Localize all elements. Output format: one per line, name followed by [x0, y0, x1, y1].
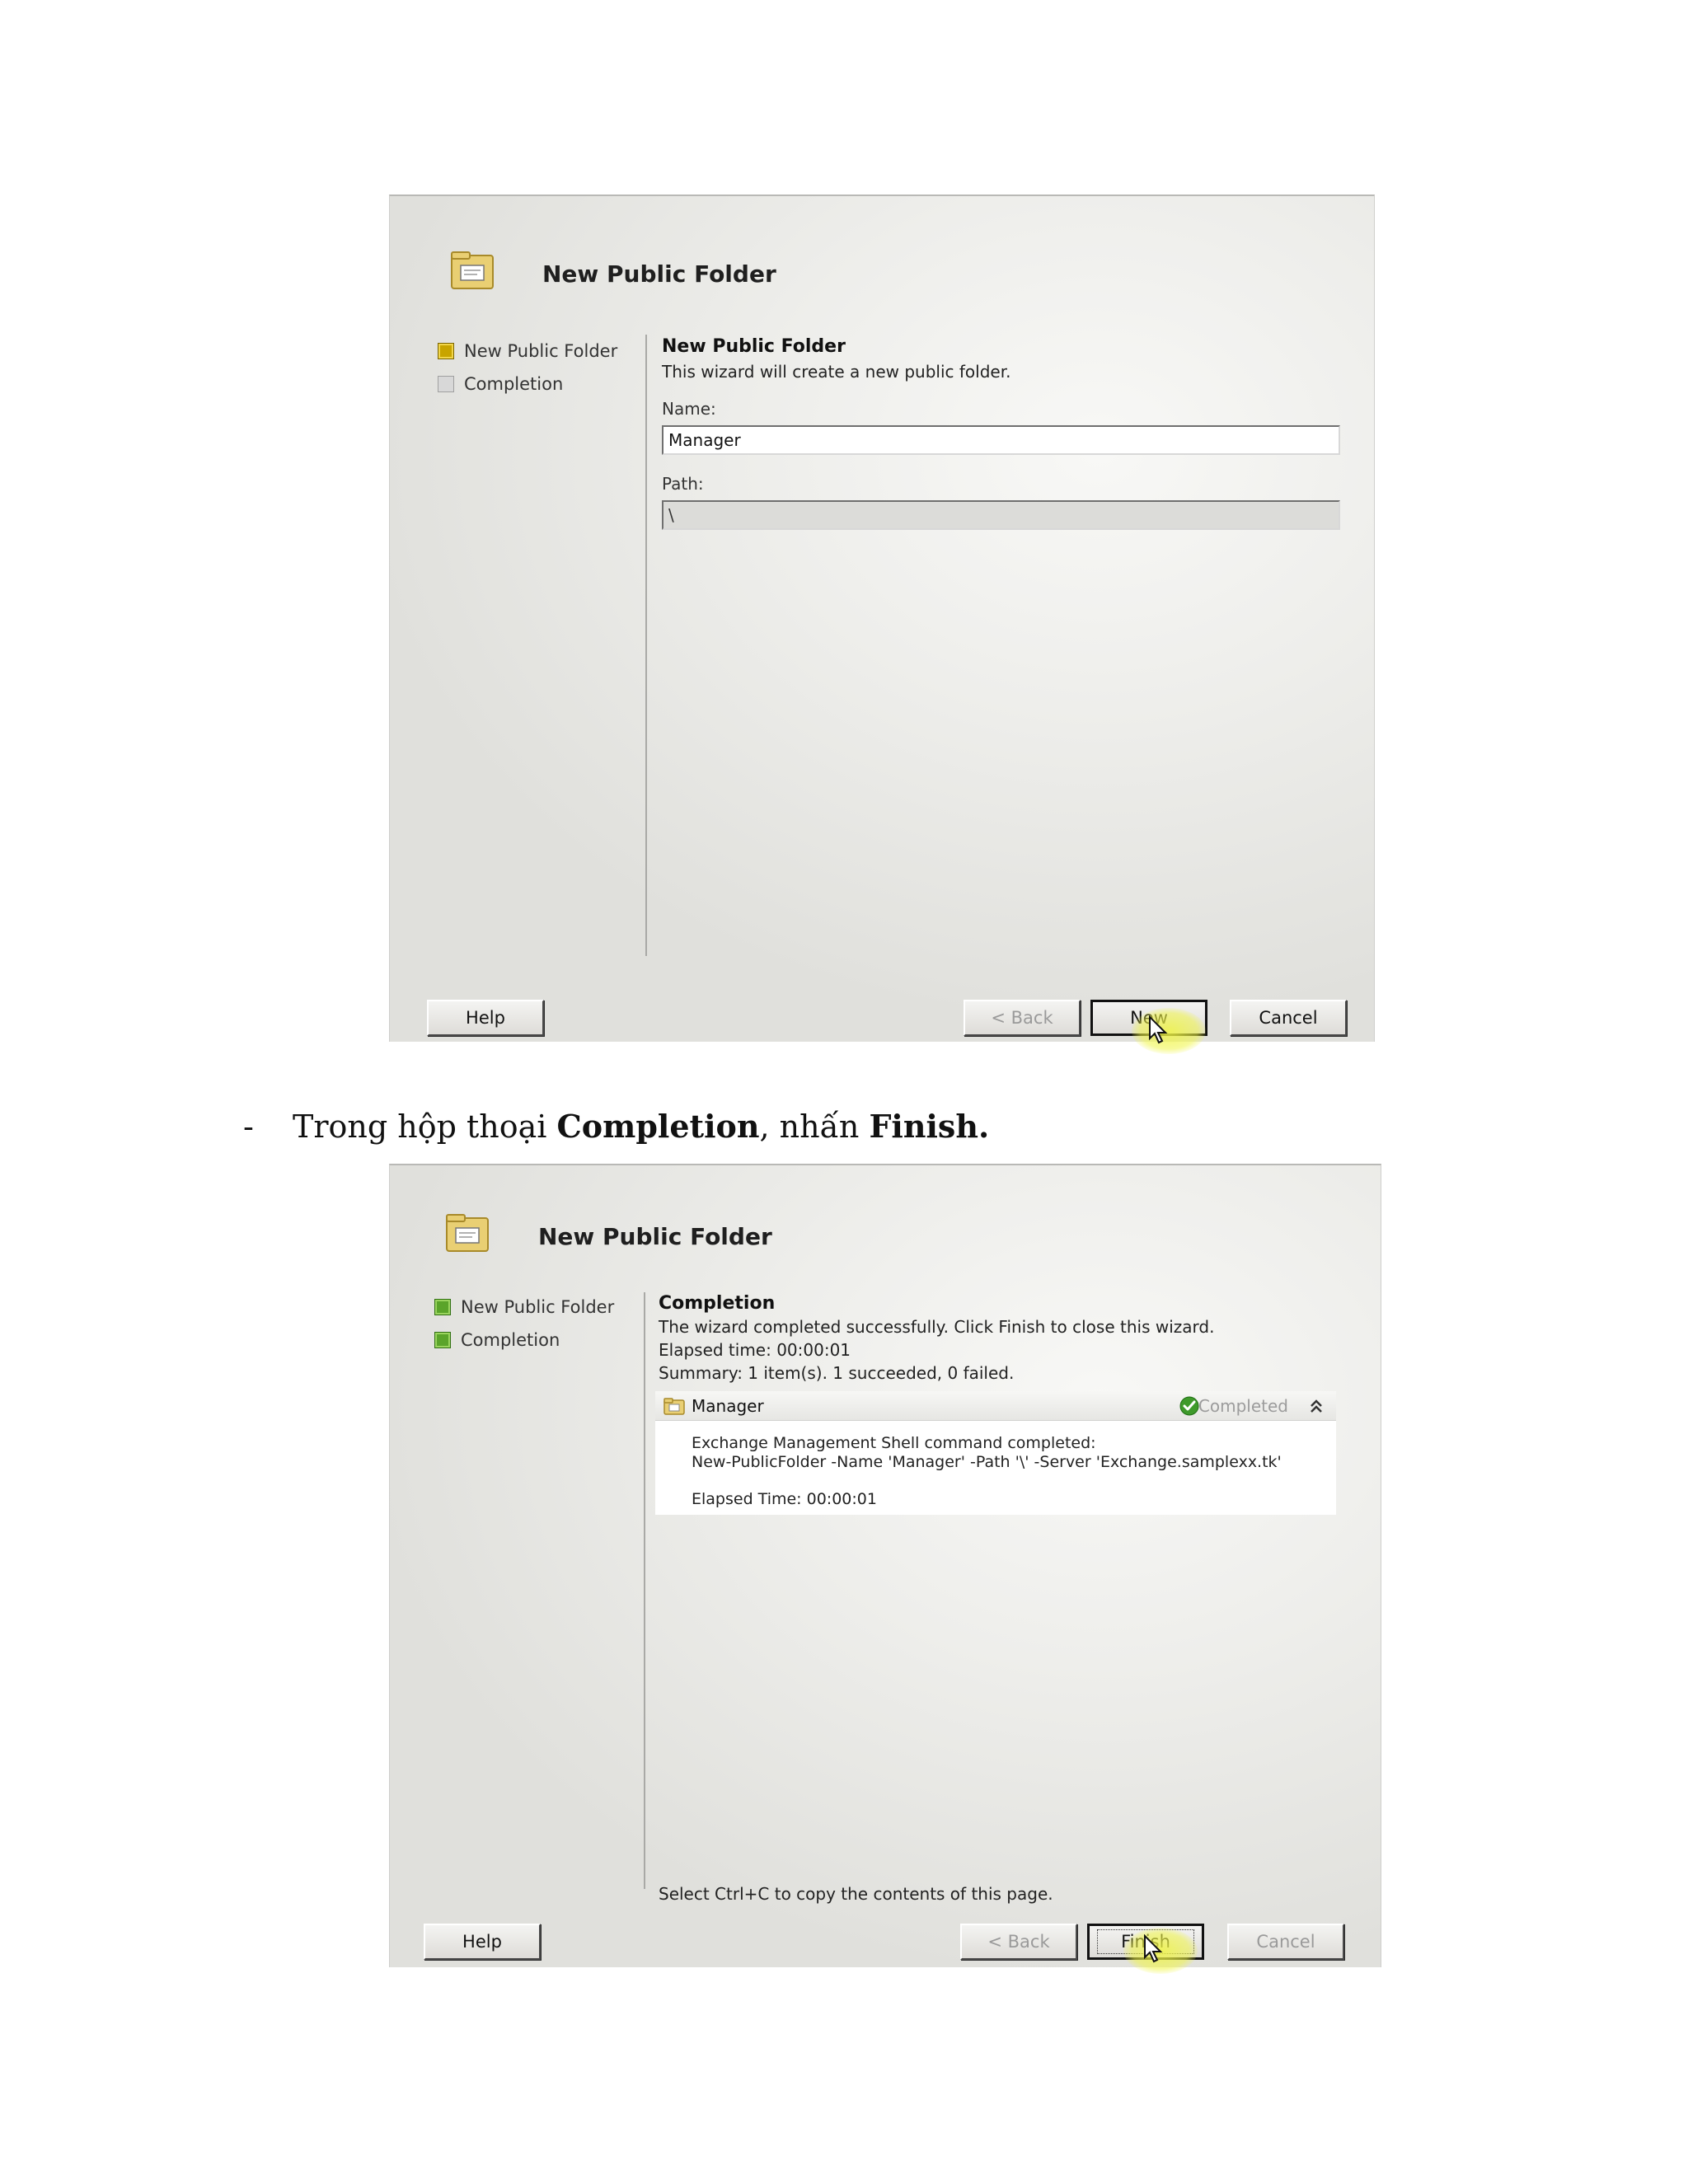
section-title: Completion [659, 1293, 776, 1314]
completed-step-icon [434, 1332, 451, 1348]
public-folder-icon [446, 1214, 489, 1252]
wizard-title: New Public Folder [538, 1223, 772, 1250]
wizard-steps: New Public Folder Completion [434, 1291, 614, 1357]
instruction-prefix: Trong hộp thoại [293, 1108, 557, 1145]
instruction-bold-completion: Completion [556, 1108, 760, 1145]
new-button[interactable]: New [1090, 1000, 1207, 1036]
completion-wizard-window: New Public Folder New Public Folder Comp… [389, 1164, 1381, 1974]
collapse-chevron-icon[interactable] [1308, 1396, 1325, 1416]
wizard-title: New Public Folder [542, 260, 776, 288]
current-step-icon [438, 343, 454, 359]
completion-message: The wizard completed successfully. Click… [659, 1317, 1215, 1337]
step-label: Completion [461, 1330, 560, 1350]
finish-button-label: Finish [1097, 1929, 1194, 1954]
finish-button[interactable]: Finish [1087, 1924, 1204, 1960]
summary: Summary: 1 item(s). 1 succeeded, 0 faile… [659, 1363, 1015, 1383]
elapsed-time: Elapsed time: 00:00:01 [659, 1340, 851, 1360]
result-panel: Manager Completed Exchange Management Sh… [655, 1391, 1336, 1515]
section-title: New Public Folder [662, 336, 846, 357]
completed-step-icon [434, 1299, 451, 1315]
step-separator [644, 1292, 645, 1889]
result-line-1: Exchange Management Shell command comple… [692, 1434, 1096, 1452]
path-input[interactable] [662, 500, 1340, 530]
name-input[interactable] [662, 425, 1340, 455]
cancel-button[interactable]: Cancel [1230, 1000, 1347, 1036]
name-label: Name: [662, 399, 716, 419]
result-command: New-PublicFolder -Name 'Manager' -Path '… [692, 1453, 1282, 1471]
folder-icon [663, 1398, 685, 1415]
step-completion: Completion [438, 368, 617, 401]
new-public-folder-wizard-window: New Public Folder New Public Folder Comp… [389, 194, 1375, 1054]
bullet-dash: - [243, 1108, 254, 1145]
result-item-name: Manager [692, 1396, 764, 1416]
instruction-text: - Trong hộp thoại Completion, nhấn Finish… [243, 1108, 989, 1145]
step-label: Completion [464, 374, 564, 394]
result-elapsed: Elapsed Time: 00:00:01 [692, 1490, 877, 1508]
result-status: Completed [1198, 1396, 1288, 1416]
new-button-label: New [1130, 1008, 1168, 1028]
check-icon [1179, 1396, 1199, 1416]
wizard-description: This wizard will create a new public fol… [662, 362, 1011, 382]
result-item-header[interactable]: Manager Completed [655, 1391, 1336, 1421]
pending-step-icon [438, 376, 454, 392]
cancel-button[interactable]: Cancel [1227, 1924, 1344, 1960]
instruction-bold-finish: Finish. [869, 1108, 990, 1145]
step-label: New Public Folder [464, 341, 618, 361]
step-separator [645, 335, 647, 956]
step-label: New Public Folder [461, 1297, 615, 1317]
path-label: Path: [662, 474, 704, 494]
instruction-middle: , nhấn [759, 1108, 870, 1145]
help-button[interactable]: Help [427, 1000, 544, 1036]
back-button[interactable]: < Back [960, 1924, 1077, 1960]
wizard-steps: New Public Folder Completion [438, 335, 617, 401]
step-new-public-folder: New Public Folder [434, 1291, 614, 1324]
public-folder-icon [451, 251, 494, 289]
step-completion: Completion [434, 1324, 614, 1357]
back-button[interactable]: < Back [964, 1000, 1081, 1036]
step-new-public-folder: New Public Folder [438, 335, 617, 368]
help-button[interactable]: Help [424, 1924, 541, 1960]
copy-hint: Select Ctrl+C to copy the contents of th… [659, 1884, 1053, 1904]
